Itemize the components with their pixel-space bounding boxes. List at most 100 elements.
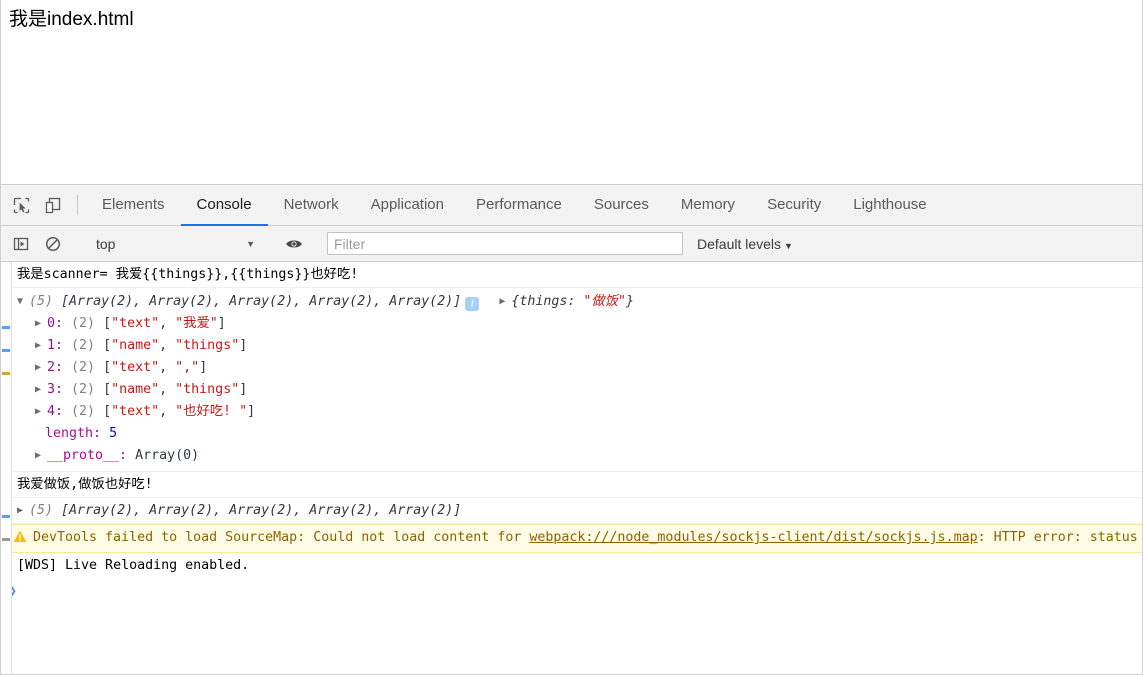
entry-bracket-open: [ — [103, 404, 112, 419]
entry-separator: , — [159, 382, 176, 397]
disclosure-triangle-icon[interactable]: ▶ — [499, 291, 511, 313]
array-entry-3[interactable]: ▶ 3: (2) ["name", "things"] — [17, 379, 1142, 401]
console-prompt[interactable]: ❯ — [1, 578, 1142, 605]
console-prompt-input[interactable] — [23, 584, 1142, 600]
clear-console-icon[interactable] — [37, 236, 69, 252]
disclosure-triangle-icon[interactable]: ▶ — [35, 335, 47, 357]
browser-window: 我是index.html Elements Console Network Ap… — [0, 0, 1143, 675]
disclosure-triangle-icon[interactable]: ▶ — [17, 501, 29, 520]
array-count: (5) — [29, 503, 54, 518]
disclosure-triangle-icon[interactable]: ▶ — [35, 379, 47, 401]
entry-index: 0: — [47, 316, 64, 331]
length-key: length: — [45, 426, 102, 441]
disclosure-triangle-icon[interactable]: ▶ — [35, 357, 47, 379]
entry-length: (2) — [71, 338, 96, 353]
length-value: 5 — [109, 426, 118, 441]
array-summary: [Array(2), Array(2), Array(2), Array(2),… — [61, 294, 462, 309]
tab-network[interactable]: Network — [268, 185, 355, 226]
console-log-scanner[interactable]: 我是scanner= 我爱{{things}},{{things}}也好吃! — [1, 262, 1142, 288]
entry-bracket-open: [ — [103, 382, 112, 397]
array-count: (5) — [29, 294, 54, 309]
entry-bracket-close: ] — [217, 316, 226, 331]
entry-key: "text" — [111, 404, 160, 419]
console-log-result[interactable]: 我爱做饭,做饭也好吃! — [1, 472, 1142, 498]
entry-value: "things" — [175, 382, 240, 397]
log-levels-label: Default levels — [697, 235, 782, 252]
console-message-list[interactable]: 我是scanner= 我爱{{things}},{{things}}也好吃! ▼… — [1, 262, 1142, 674]
entry-value: "," — [175, 360, 200, 375]
array-entry-1[interactable]: ▶ 1: (2) ["name", "things"] — [17, 335, 1142, 357]
context-object-open: {things: — [511, 294, 584, 309]
entry-value: "也好吃! " — [175, 404, 248, 419]
entry-separator: , — [159, 338, 176, 353]
console-gutter — [1, 262, 12, 674]
sourcemap-link[interactable]: webpack:///node_modules/sockjs-client/di… — [529, 530, 977, 545]
tab-sources[interactable]: Sources — [578, 185, 665, 226]
tab-performance[interactable]: Performance — [460, 185, 578, 226]
entry-value: "我爱" — [175, 316, 218, 331]
console-log-array-collapsed[interactable]: ▶ (5) [Array(2), Array(2), Array(2), Arra… — [1, 498, 1142, 524]
info-icon[interactable]: i — [465, 297, 480, 311]
warning-text-before: DevTools failed to load SourceMap: Could… — [33, 530, 530, 545]
live-expression-eye-icon[interactable] — [278, 236, 310, 252]
tab-lighthouse[interactable]: Lighthouse — [837, 185, 942, 226]
disclosure-triangle-open-icon[interactable]: ▼ — [17, 291, 29, 313]
entry-key: "name" — [111, 338, 160, 353]
entry-length: (2) — [71, 360, 96, 375]
console-sidebar-icon[interactable] — [5, 236, 37, 252]
context-object-close: } — [626, 294, 635, 309]
array-entry-0[interactable]: ▶ 0: (2) ["text", "我爱"] — [17, 313, 1142, 335]
console-log-wds[interactable]: [WDS] Live Reloading enabled. — [1, 553, 1142, 578]
console-filterbar: top ▼ Default levels▼ — [1, 226, 1142, 262]
tab-security[interactable]: Security — [751, 185, 837, 226]
page-title: 我是index.html — [9, 9, 134, 30]
tab-elements[interactable]: Elements — [86, 185, 181, 226]
entry-key: "text" — [111, 316, 160, 331]
devtools-tabstrip: Elements Console Network Application Per… — [1, 185, 1142, 226]
tab-memory[interactable]: Memory — [665, 185, 751, 226]
array-summary: [Array(2), Array(2), Array(2), Array(2),… — [61, 503, 462, 518]
inspect-element-icon[interactable] — [5, 185, 37, 225]
disclosure-triangle-icon[interactable]: ▶ — [35, 401, 47, 423]
execution-context-select[interactable]: top ▼ — [86, 232, 261, 256]
console-log-array-expanded[interactable]: ▼ (5) [Array(2), Array(2), Array(2), Arra… — [1, 288, 1142, 472]
console-warning-sourcemap[interactable]: DevTools failed to load SourceMap: Could… — [1, 524, 1142, 553]
page-viewport: 我是index.html — [1, 0, 1142, 185]
array-entry-2[interactable]: ▶ 2: (2) ["text", ","] — [17, 357, 1142, 379]
tab-application[interactable]: Application — [355, 185, 460, 226]
execution-context-value: top — [96, 235, 116, 252]
array-length-row: length: 5 — [17, 423, 1142, 445]
context-object-value: "做饭" — [583, 294, 627, 309]
toolbar-divider — [77, 195, 78, 215]
entry-separator: , — [159, 360, 176, 375]
entry-length: (2) — [71, 316, 96, 331]
disclosure-triangle-icon[interactable]: ▶ — [35, 313, 47, 335]
entry-index: 4: — [47, 404, 64, 419]
entry-bracket-open: [ — [103, 316, 112, 331]
gutter-tick — [2, 326, 10, 329]
entry-bracket-close: ] — [199, 360, 208, 375]
chevron-down-icon: ▼ — [246, 238, 255, 249]
entry-key: "name" — [111, 382, 160, 397]
log-levels-dropdown[interactable]: Default levels ▼ — [697, 236, 793, 252]
gutter-tick — [2, 515, 10, 518]
filter-input[interactable] — [327, 232, 683, 255]
array-summary-row[interactable]: ▼ (5) [Array(2), Array(2), Array(2), Arra… — [17, 291, 1142, 313]
gutter-tick — [2, 538, 10, 541]
proto-key: __proto__: — [47, 448, 128, 463]
entry-bracket-close: ] — [239, 382, 248, 397]
array-entry-4[interactable]: ▶ 4: (2) ["text", "也好吃! "] — [17, 401, 1142, 423]
entry-separator: , — [159, 404, 176, 419]
proto-value: Array(0) — [135, 448, 200, 463]
warning-triangle-icon — [13, 530, 27, 549]
device-toolbar-icon[interactable] — [37, 185, 69, 225]
disclosure-triangle-icon[interactable]: ▶ — [35, 445, 47, 467]
entry-key: "text" — [111, 360, 160, 375]
gutter-tick — [2, 349, 10, 352]
entry-bracket-open: [ — [103, 360, 112, 375]
entry-bracket-close: ] — [247, 404, 256, 419]
entry-separator: , — [159, 316, 176, 331]
array-proto-row[interactable]: ▶ __proto__: Array(0) — [17, 445, 1142, 467]
entry-index: 3: — [47, 382, 64, 397]
tab-console[interactable]: Console — [180, 185, 268, 226]
